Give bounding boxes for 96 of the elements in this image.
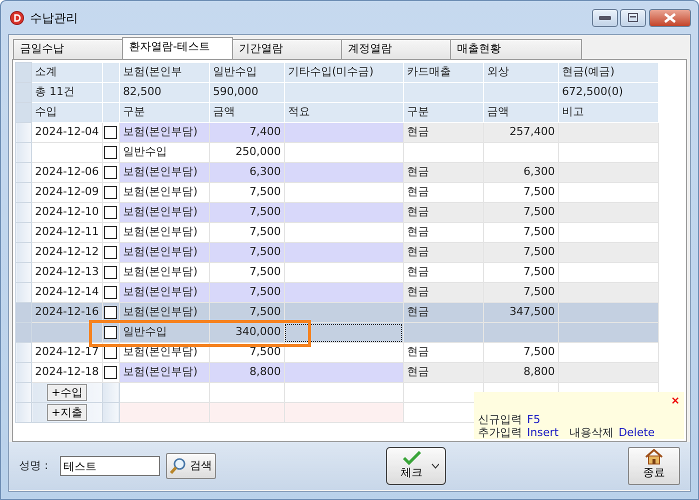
- search-button[interactable]: 검색: [166, 453, 216, 479]
- shortcut-text: 내용삭제 Delete: [570, 426, 655, 439]
- table-cell: 현금: [403, 302, 484, 322]
- table-cell: 7,500: [483, 282, 558, 302]
- table-cell: 8,800: [483, 362, 558, 382]
- table-cell: 6,300: [483, 162, 558, 182]
- summary-cell: 590,000: [209, 82, 284, 102]
- shortcut-text: 신규입력 F5: [478, 413, 540, 426]
- caret-icon: [430, 463, 439, 469]
- table-cell: 현금: [403, 242, 484, 262]
- date-cell: 2024-12-09: [32, 182, 102, 202]
- column-header: 보험(본인부: [119, 62, 210, 82]
- close-icon[interactable]: ×: [670, 394, 680, 407]
- close-button[interactable]: [649, 8, 691, 26]
- table-cell: 7,500: [209, 242, 284, 262]
- column-header: 외상: [483, 62, 558, 82]
- search-icon: [169, 457, 188, 475]
- column-header: 구분: [403, 102, 484, 122]
- column-header: 일반수입: [209, 62, 284, 82]
- table-cell: 6,300: [209, 162, 284, 182]
- checkbox[interactable]: [104, 146, 118, 159]
- table-cell: 7,500: [483, 202, 558, 222]
- checkbox[interactable]: [104, 326, 118, 339]
- date-cell: 2024-12-16: [32, 302, 102, 322]
- maximize-icon: [628, 13, 638, 22]
- checkbox[interactable]: [104, 186, 118, 199]
- checkbox[interactable]: [104, 266, 118, 279]
- column-header: 카드매출: [403, 62, 484, 82]
- summary-cell: 82,500: [119, 82, 210, 102]
- table-cell: 7,500: [483, 242, 558, 262]
- app-icon: [10, 10, 24, 24]
- column-header: 금액: [209, 102, 284, 122]
- table-cell: 7,500: [209, 282, 284, 302]
- minimize-icon: [598, 16, 610, 20]
- shortcut-text: 추가입력 Insert: [478, 426, 559, 439]
- table-cell: 현금: [403, 282, 484, 302]
- table-cell: 7,400: [209, 122, 284, 142]
- table-cell: 257,400: [483, 122, 558, 142]
- exit-button[interactable]: 종료: [628, 447, 680, 485]
- table-cell: 보험(본인부담): [119, 282, 210, 302]
- column-header: 비고: [558, 102, 658, 122]
- column-header: 구분: [119, 102, 210, 122]
- checkbox[interactable]: [104, 286, 118, 299]
- checkbox[interactable]: [104, 306, 118, 319]
- table-cell: 현금: [403, 362, 484, 382]
- house-icon: [645, 449, 663, 465]
- date-cell: 2024-12-10: [32, 202, 102, 222]
- table-cell: 현금: [403, 202, 484, 222]
- date-cell: 2024-12-13: [32, 262, 102, 282]
- tab[interactable]: 금일수납: [13, 39, 123, 59]
- checkmark-icon: [402, 450, 421, 465]
- tab[interactable]: 계정열람: [341, 39, 451, 59]
- table-cell: 현금: [403, 162, 484, 182]
- summary-cell: 총 11건: [32, 82, 102, 102]
- column-header: 소계: [32, 62, 102, 82]
- focused-cell[interactable]: [284, 322, 404, 342]
- column-header: 기타수입(미수금): [284, 62, 404, 82]
- table-cell: 일반수입: [119, 322, 210, 342]
- add-expense-button[interactable]: +지출: [47, 404, 87, 421]
- checkbox[interactable]: [104, 226, 118, 239]
- check-button[interactable]: 체크: [386, 447, 446, 485]
- column-header: 금액: [483, 102, 558, 122]
- table-cell: 보험(본인부담): [119, 362, 210, 382]
- checkbox[interactable]: [104, 166, 118, 179]
- maximize-button[interactable]: [620, 8, 646, 26]
- column-header: 적요: [284, 102, 404, 122]
- table-cell: 8,800: [209, 362, 284, 382]
- table-cell: 347,500: [483, 302, 558, 322]
- date-cell: 2024-12-11: [32, 222, 102, 242]
- checkbox[interactable]: [104, 126, 118, 139]
- date-cell: 2024-12-17: [32, 342, 102, 362]
- checkbox[interactable]: [104, 246, 118, 259]
- tab[interactable]: 환자열람-테스트: [122, 37, 233, 59]
- table-cell: 보험(본인부담): [119, 202, 210, 222]
- close-icon: [664, 12, 676, 22]
- checkbox[interactable]: [104, 206, 118, 219]
- window-title: 수납관리: [30, 10, 78, 26]
- column-header: 수입: [32, 102, 102, 122]
- date-cell: 2024-12-06: [32, 162, 102, 182]
- name-label: 성명 :: [19, 458, 48, 474]
- minimize-button[interactable]: [592, 8, 618, 26]
- add-income-button[interactable]: +수입: [47, 384, 87, 401]
- summary-cell: 672,500(0): [558, 82, 658, 102]
- table-cell: 현금: [403, 122, 484, 142]
- table-cell: 보험(본인부담): [119, 162, 210, 182]
- table-cell: 보험(본인부담): [119, 122, 210, 142]
- table-cell: 보험(본인부담): [119, 242, 210, 262]
- column-header: 현금(예금): [558, 62, 658, 82]
- tab[interactable]: 기간열람: [232, 39, 342, 59]
- checkbox[interactable]: [104, 366, 118, 379]
- table-cell: 7,500: [209, 202, 284, 222]
- name-input[interactable]: 테스트: [60, 456, 160, 476]
- tab[interactable]: 매출현황: [450, 39, 582, 59]
- table-cell: 340,000: [209, 322, 284, 342]
- date-cell: 2024-12-04: [32, 122, 102, 142]
- date-cell: 2024-12-12: [32, 242, 102, 262]
